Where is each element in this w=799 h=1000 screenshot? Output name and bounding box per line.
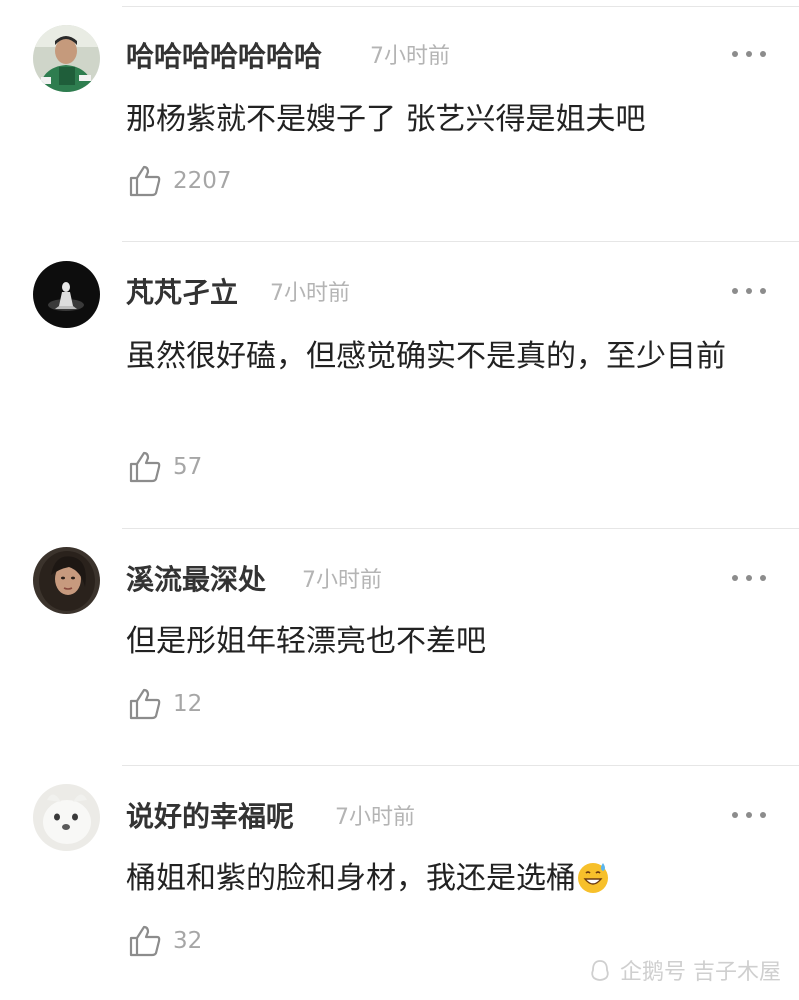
- watermark: 企鹅号 吉子木屋: [588, 954, 781, 986]
- thumbs-up-icon: [129, 925, 161, 957]
- username[interactable]: 芃芃孑立: [126, 279, 238, 307]
- watermark-text: 企鹅号 吉子木屋: [620, 960, 781, 985]
- like-count: 57: [173, 454, 203, 480]
- timestamp: 7小时前: [302, 568, 382, 593]
- username[interactable]: 说好的幸福呢: [126, 803, 294, 831]
- username[interactable]: 溪流最深处: [126, 566, 266, 594]
- divider: [122, 528, 799, 529]
- comment-text-content: 桶姐和紫的脸和身材，我还是选桶: [126, 861, 576, 896]
- more-dots-icon[interactable]: [732, 286, 766, 296]
- like-count: 32: [173, 928, 203, 954]
- divider: [122, 6, 799, 7]
- avatar[interactable]: [33, 261, 100, 328]
- timestamp: 7小时前: [335, 805, 415, 830]
- comment-text: 虽然很好磕，但感觉确实不是真的，至少目前: [126, 339, 726, 374]
- thumbs-up-icon: [129, 451, 161, 483]
- like-count: 12: [173, 691, 203, 717]
- penguin-logo-icon: [591, 960, 609, 981]
- more-dots-icon[interactable]: [732, 810, 766, 820]
- more-dots-icon[interactable]: [732, 573, 766, 583]
- comment-text: 桶姐和紫的脸和身材，我还是选桶: [126, 852, 766, 906]
- avatar[interactable]: [33, 25, 100, 92]
- like-count: 2207: [173, 168, 232, 194]
- grinning-sweat-emoji: [578, 863, 608, 893]
- avatar[interactable]: [33, 784, 100, 851]
- divider: [122, 765, 799, 766]
- comment-list-screen: 哈哈哈哈哈哈哈 7小时前 那杨紫就不是嫂子了 张艺兴得是姐夫吧 2207 芃芃孑…: [0, 0, 799, 1000]
- timestamp: 7小时前: [270, 281, 350, 306]
- comment-text: 那杨紫就不是嫂子了 张艺兴得是姐夫吧: [126, 102, 646, 137]
- username[interactable]: 哈哈哈哈哈哈哈: [126, 43, 322, 71]
- thumbs-up-icon: [129, 165, 161, 197]
- avatar[interactable]: [33, 547, 100, 614]
- comment-text: 但是彤姐年轻漂亮也不差吧: [126, 624, 486, 659]
- divider: [122, 241, 799, 242]
- more-dots-icon[interactable]: [732, 49, 766, 59]
- timestamp: 7小时前: [370, 44, 450, 69]
- thumbs-up-icon: [129, 688, 161, 720]
